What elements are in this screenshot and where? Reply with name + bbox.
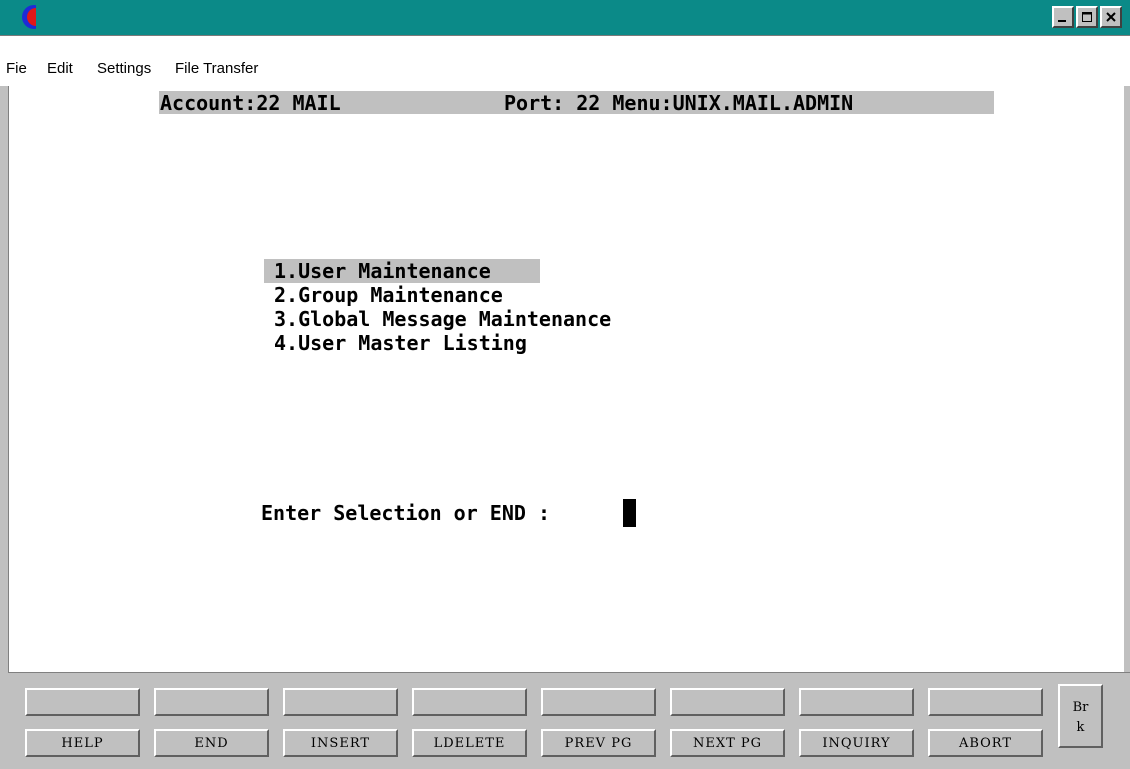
fkey-blank-1[interactable] <box>25 688 140 716</box>
minimize-button[interactable] <box>1052 6 1074 28</box>
menu-option-user-maintenance[interactable]: 1.User Maintenance <box>274 259 491 283</box>
prev-page-button[interactable]: PREV PG <box>541 729 656 757</box>
fkey-blank-5[interactable] <box>541 688 656 716</box>
terminal-screen[interactable]: Account:22 MAIL Port: 22 Menu:UNIX.MAIL.… <box>8 86 1124 672</box>
terminal-app-icon[interactable] <box>18 4 44 30</box>
window-controls <box>1052 6 1122 28</box>
port-menu-label: Port: 22 Menu:UNIX.MAIL.ADMIN <box>504 91 854 115</box>
break-button[interactable]: Br k <box>1058 684 1103 748</box>
menu-file-transfer[interactable]: File Transfer <box>175 60 258 77</box>
menu-file[interactable]: Fie <box>6 60 27 77</box>
maximize-button[interactable] <box>1076 6 1098 28</box>
menu-bar: Fie Edit Settings File Transfer <box>0 36 1130 86</box>
menu-option-user-master-listing[interactable]: 4.User Master Listing <box>274 331 527 355</box>
fkey-blank-7[interactable] <box>799 688 914 716</box>
maximize-icon <box>1082 12 1092 22</box>
fkey-blank-2[interactable] <box>154 688 269 716</box>
fkey-blank-6[interactable] <box>670 688 785 716</box>
fkey-blank-8[interactable] <box>928 688 1043 716</box>
close-button[interactable] <box>1100 6 1122 28</box>
account-label: Account:22 MAIL <box>160 91 341 115</box>
break-label-line2: k <box>1076 720 1085 735</box>
break-label-line1: Br <box>1072 700 1089 715</box>
end-button[interactable]: END <box>154 729 269 757</box>
menu-option-global-message-maintenance[interactable]: 3.Global Message Maintenance <box>274 307 611 331</box>
minimize-icon <box>1058 20 1066 22</box>
next-page-button[interactable]: NEXT PG <box>670 729 785 757</box>
selection-prompt: Enter Selection or END : <box>261 501 550 525</box>
text-cursor[interactable] <box>623 499 636 527</box>
close-icon <box>1106 12 1116 22</box>
ldelete-button[interactable]: LDELETE <box>412 729 527 757</box>
inquiry-button[interactable]: INQUIRY <box>799 729 914 757</box>
abort-button[interactable]: ABORT <box>928 729 1043 757</box>
function-key-bar: HELP END INSERT LDELETE PREV PG NEXT PG … <box>8 672 1130 769</box>
menu-edit[interactable]: Edit <box>47 60 73 77</box>
title-bar[interactable] <box>0 0 1130 36</box>
right-border <box>1124 86 1130 672</box>
help-button[interactable]: HELP <box>25 729 140 757</box>
fkey-blank-3[interactable] <box>283 688 398 716</box>
menu-option-group-maintenance[interactable]: 2.Group Maintenance <box>274 283 503 307</box>
fkey-blank-4[interactable] <box>412 688 527 716</box>
menu-settings[interactable]: Settings <box>97 60 151 77</box>
insert-button[interactable]: INSERT <box>283 729 398 757</box>
